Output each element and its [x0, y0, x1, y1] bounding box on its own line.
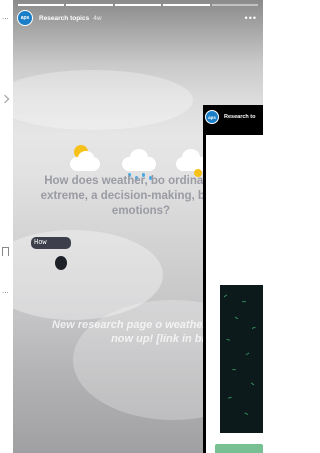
feed-more-ellipsis[interactable]: ...: [2, 12, 9, 21]
avatar[interactable]: aps: [205, 110, 219, 124]
image-squiggle: ~: [241, 298, 247, 307]
chip-decoration: [55, 256, 67, 270]
progress-segment: [18, 4, 65, 6]
image-squiggle: ~: [248, 380, 256, 389]
shared-story-image: ~ ~ ~ ~ ~ ~ ~ ~ ~ ~: [220, 285, 263, 433]
progress-segment: [114, 4, 162, 6]
chevron-left-icon[interactable]: [0, 94, 10, 104]
image-squiggle: ~: [243, 410, 250, 419]
story-progress-bar: [18, 4, 259, 6]
bookmark-icon[interactable]: [2, 247, 10, 260]
image-squiggle: ~: [226, 394, 234, 403]
image-squiggle: ~: [222, 292, 230, 301]
green-card: [215, 444, 263, 453]
shared-account-name[interactable]: Research to: [224, 114, 256, 120]
story-viewer-page: ... ... aps Research topics 4w ••• How d…: [0, 0, 263, 453]
avatar[interactable]: aps: [17, 10, 33, 26]
image-squiggle: ~: [250, 324, 258, 333]
question-chip: How: [31, 237, 71, 249]
image-squiggle: ~: [225, 336, 231, 345]
image-squiggle: ~: [244, 350, 252, 359]
progress-segment: [211, 4, 259, 6]
story-header: aps Research topics 4w •••: [17, 9, 257, 27]
more-options-icon[interactable]: •••: [245, 14, 257, 23]
cloud-background: [13, 70, 193, 130]
image-squiggle: ~: [231, 366, 237, 375]
shared-story-header: aps Research to: [205, 110, 263, 124]
story-age: 4w: [93, 14, 102, 22]
account-name[interactable]: Research topics: [39, 15, 89, 22]
image-squiggle: ~: [232, 314, 240, 323]
feed-more-ellipsis-2[interactable]: ...: [2, 286, 9, 295]
progress-segment: [163, 4, 210, 6]
progress-segment: [66, 4, 113, 6]
